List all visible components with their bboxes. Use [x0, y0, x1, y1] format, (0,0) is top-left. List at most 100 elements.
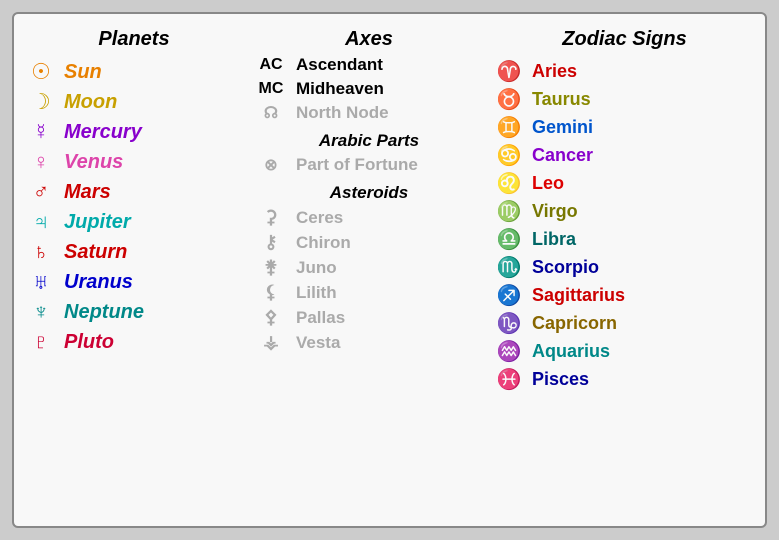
axes-list: AC Ascendant MC Midheaven ☊ North Node	[254, 55, 484, 123]
planet-symbol: ♄	[24, 239, 58, 265]
zodiac-symbol: ♉	[494, 87, 524, 112]
zodiac-name: Cancer	[532, 145, 593, 166]
zodiac-symbol: ♋	[494, 143, 524, 168]
planet-symbol: ♂	[24, 179, 58, 205]
planet-name: Uranus	[64, 271, 133, 294]
zodiac-name: Leo	[532, 173, 564, 194]
planet-name: Mars	[64, 181, 111, 204]
zodiac-row: ♓ Pisces	[494, 367, 755, 392]
zodiac-row: ♑ Capricorn	[494, 311, 755, 336]
zodiac-symbol: ♓	[494, 367, 524, 392]
zodiac-symbol: ♑	[494, 311, 524, 336]
axes-header: Axes	[254, 28, 484, 51]
zodiac-symbol: ♏	[494, 255, 524, 280]
zodiac-row: ♊ Gemini	[494, 115, 755, 140]
zodiac-symbol: ♐	[494, 283, 524, 308]
main-card: Planets ☉ Sun ☽ Moon ☿ Mercury ♀ Venus ♂…	[12, 12, 767, 528]
asteroid-row: ⚶ Vesta	[254, 332, 484, 353]
asteroid-symbol: ⚸	[254, 282, 288, 303]
planet-symbol: ☉	[24, 59, 58, 85]
zodiac-name: Pisces	[532, 369, 589, 390]
planets-header: Planets	[24, 28, 244, 51]
asteroid-symbol: ⚳	[254, 207, 288, 228]
planet-symbol: ♇	[24, 329, 58, 355]
axes-symbol: AC	[254, 56, 288, 74]
zodiac-column: Zodiac Signs ♈ Aries ♉ Taurus ♊ Gemini ♋…	[484, 28, 755, 516]
axes-name: Ascendant	[296, 55, 383, 75]
arabic-part-row: ⊗ Part of Fortune	[254, 155, 484, 175]
planet-row: ♄ Saturn	[24, 239, 244, 265]
arabic-parts-header: Arabic Parts	[254, 131, 484, 151]
asteroid-row: ⚸ Lilith	[254, 282, 484, 303]
zodiac-name: Gemini	[532, 117, 593, 138]
zodiac-row: ♋ Cancer	[494, 143, 755, 168]
planet-symbol: ♅	[24, 269, 58, 295]
axes-name: Midheaven	[296, 79, 384, 99]
zodiac-symbol: ♒	[494, 339, 524, 364]
zodiac-row: ♎ Libra	[494, 227, 755, 252]
zodiac-symbol: ♍	[494, 199, 524, 224]
asteroid-name: Juno	[296, 258, 337, 278]
zodiac-row: ♉ Taurus	[494, 87, 755, 112]
zodiac-name: Capricorn	[532, 313, 617, 334]
asteroid-name: Vesta	[296, 333, 340, 353]
planet-row: ♇ Pluto	[24, 329, 244, 355]
asteroid-row: ⚵ Juno	[254, 257, 484, 278]
planet-symbol: ☽	[24, 89, 58, 115]
zodiac-row: ♍ Virgo	[494, 199, 755, 224]
zodiac-name: Aries	[532, 61, 577, 82]
zodiac-name: Taurus	[532, 89, 591, 110]
planet-row: ☿ Mercury	[24, 119, 244, 145]
planet-row: ☉ Sun	[24, 59, 244, 85]
asteroid-name: Lilith	[296, 283, 337, 303]
planets-column: Planets ☉ Sun ☽ Moon ☿ Mercury ♀ Venus ♂…	[24, 28, 244, 516]
zodiac-name: Virgo	[532, 201, 578, 222]
planet-row: ♆ Neptune	[24, 299, 244, 325]
asteroid-row: ⚷ Chiron	[254, 232, 484, 253]
axes-row: AC Ascendant	[254, 55, 484, 75]
arabic-symbol: ⊗	[254, 155, 288, 175]
zodiac-row: ♐ Sagittarius	[494, 283, 755, 308]
axes-row: ☊ North Node	[254, 103, 484, 123]
zodiac-symbol: ♊	[494, 115, 524, 140]
asteroid-symbol: ⚴	[254, 307, 288, 328]
axes-column: Axes AC Ascendant MC Midheaven ☊ North N…	[244, 28, 484, 516]
planet-name: Pluto	[64, 331, 114, 354]
planet-row: ♂ Mars	[24, 179, 244, 205]
arabic-name: Part of Fortune	[296, 155, 418, 175]
planet-symbol: ♆	[24, 299, 58, 325]
asteroid-name: Ceres	[296, 208, 343, 228]
planet-row: ♅ Uranus	[24, 269, 244, 295]
asteroid-row: ⚴ Pallas	[254, 307, 484, 328]
zodiac-list: ♈ Aries ♉ Taurus ♊ Gemini ♋ Cancer ♌ Leo…	[494, 59, 755, 392]
zodiac-symbol: ♌	[494, 171, 524, 196]
planet-symbol: ♀	[24, 149, 58, 175]
axes-name: North Node	[296, 103, 389, 123]
zodiac-row: ♌ Leo	[494, 171, 755, 196]
planet-name: Moon	[64, 91, 117, 114]
planet-name: Saturn	[64, 241, 127, 264]
zodiac-symbol: ♎	[494, 227, 524, 252]
planets-list: ☉ Sun ☽ Moon ☿ Mercury ♀ Venus ♂ Mars ♃ …	[24, 59, 244, 355]
asteroids-list: ⚳ Ceres ⚷ Chiron ⚵ Juno ⚸ Lilith ⚴ Palla…	[254, 207, 484, 353]
zodiac-name: Aquarius	[532, 341, 610, 362]
zodiac-name: Libra	[532, 229, 576, 250]
planet-name: Neptune	[64, 301, 144, 324]
arabic-list: ⊗ Part of Fortune	[254, 155, 484, 175]
zodiac-name: Scorpio	[532, 257, 599, 278]
axes-row: MC Midheaven	[254, 79, 484, 99]
planet-name: Mercury	[64, 121, 142, 144]
axes-symbol: MC	[254, 80, 288, 98]
asteroid-symbol: ⚶	[254, 332, 288, 353]
zodiac-symbol: ♈	[494, 59, 524, 84]
planet-name: Sun	[64, 61, 102, 84]
planet-symbol: ☿	[24, 119, 58, 145]
asteroids-header: Asteroids	[254, 183, 484, 203]
zodiac-name: Sagittarius	[532, 285, 625, 306]
asteroid-name: Pallas	[296, 308, 345, 328]
zodiac-row: ♒ Aquarius	[494, 339, 755, 364]
asteroid-name: Chiron	[296, 233, 351, 253]
planet-row: ♀ Venus	[24, 149, 244, 175]
zodiac-row: ♈ Aries	[494, 59, 755, 84]
zodiac-header: Zodiac Signs	[494, 28, 755, 51]
